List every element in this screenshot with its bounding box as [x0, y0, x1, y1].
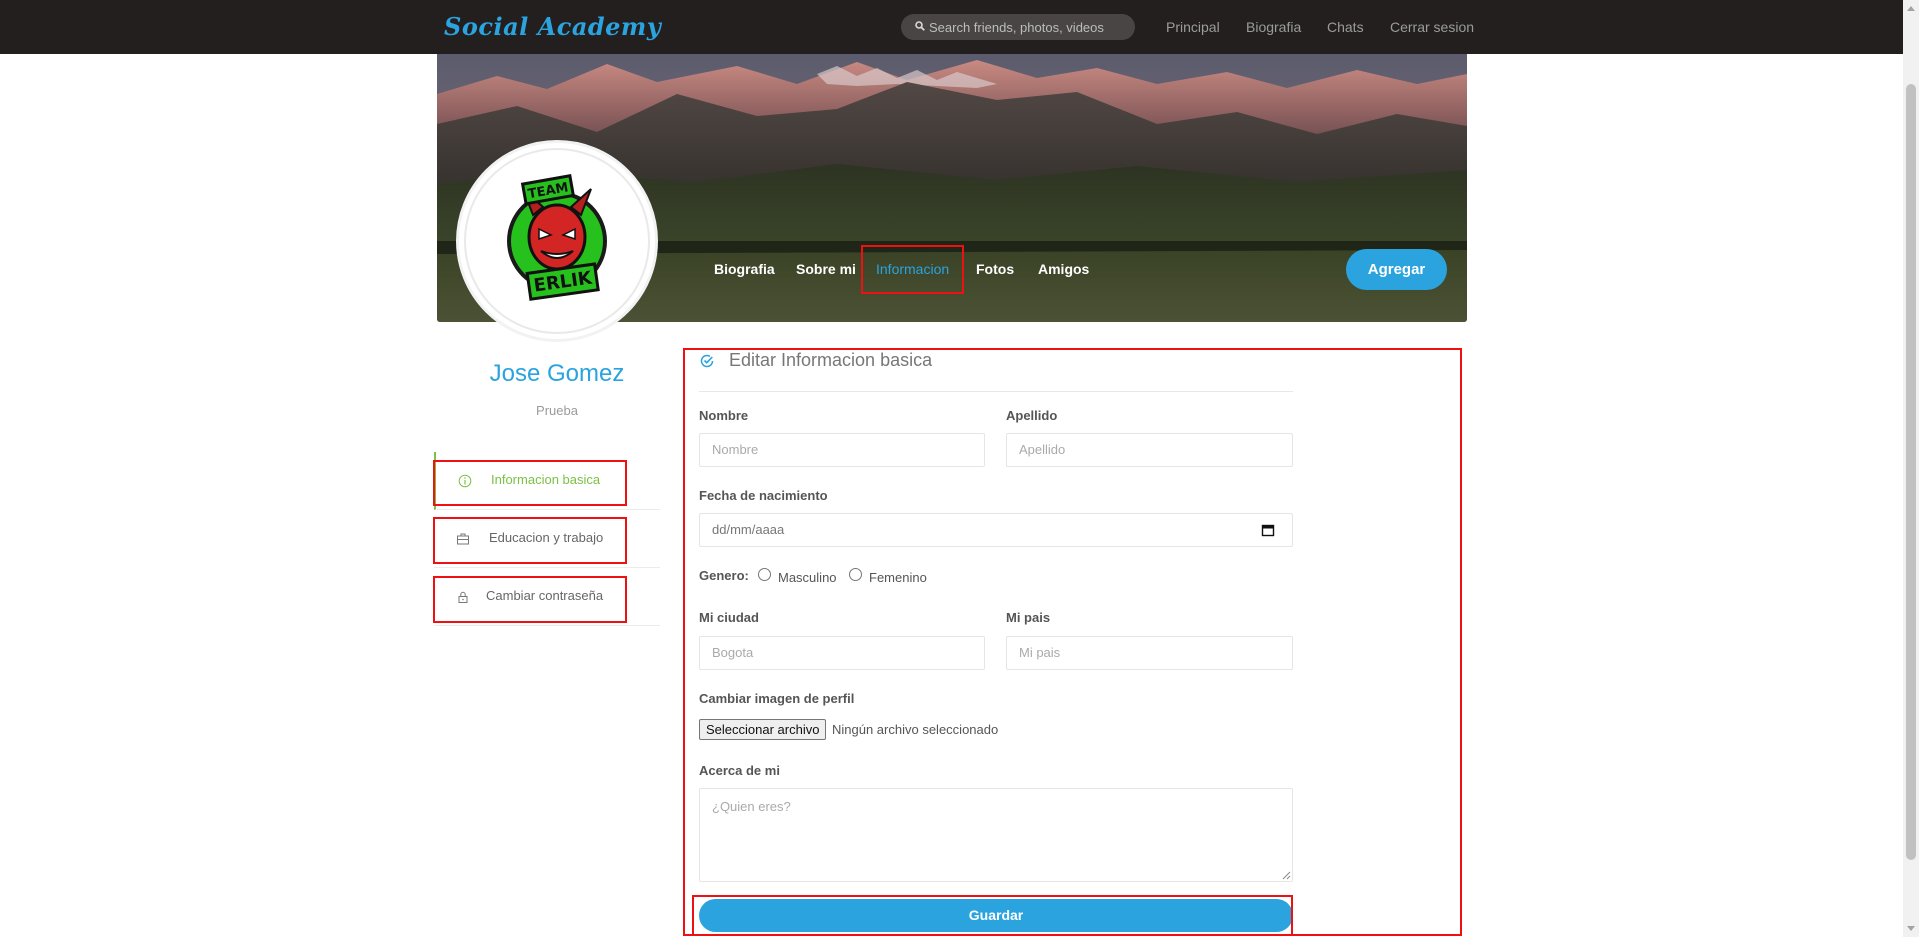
- nav-link-cerrar-sesion[interactable]: Cerrar sesion: [1390, 19, 1474, 35]
- first-name-input[interactable]: Nombre: [699, 433, 985, 467]
- gender-option-femenino: Femenino: [869, 570, 927, 585]
- birthdate-label: Fecha de nacimiento: [699, 488, 828, 503]
- about-textarea[interactable]: ¿Quien eres?: [699, 788, 1293, 882]
- gender-radio-masculino[interactable]: [758, 568, 771, 581]
- tab-amigos[interactable]: Amigos: [1038, 261, 1089, 277]
- brand-logo[interactable]: Social Academy: [444, 12, 661, 41]
- tab-sobre-mi[interactable]: Sobre mi: [796, 261, 856, 277]
- sidebar-item-label: Cambiar contraseña: [486, 588, 604, 603]
- file-status-text: Ningún archivo seleccionado: [832, 722, 999, 737]
- gender-label: Genero:: [699, 568, 749, 583]
- top-navbar: Social Academy Principal Biografia Chats…: [0, 0, 1903, 54]
- save-button[interactable]: Guardar: [699, 899, 1293, 932]
- form-title: Editar Informacion basica: [729, 350, 933, 370]
- gender-option-masculino: Masculino: [778, 570, 837, 585]
- profile-name: Jose Gomez: [489, 360, 625, 387]
- sidebar-item-informacion-basica[interactable]: Informacion basica: [434, 452, 660, 510]
- resize-grip-icon[interactable]: [1282, 871, 1291, 880]
- lock-icon: [458, 591, 468, 603]
- form-divider: [699, 391, 1293, 392]
- profile-image-label: Cambiar imagen de perfil: [699, 691, 855, 706]
- tab-informacion[interactable]: Informacion: [876, 261, 949, 277]
- country-label: Mi pais: [1006, 610, 1051, 625]
- search-box[interactable]: [901, 14, 1135, 40]
- profile-subtitle: Prueba: [536, 403, 578, 418]
- nav-link-chats[interactable]: Chats: [1327, 19, 1364, 35]
- nav-link-principal[interactable]: Principal: [1166, 19, 1220, 35]
- sidebar-item-cambiar-contrasena[interactable]: Cambiar contraseña: [434, 568, 660, 626]
- search-icon: [915, 21, 925, 31]
- page-scrollbar[interactable]: [1903, 0, 1919, 937]
- briefcase-icon: [457, 533, 469, 545]
- gender-radio-femenino[interactable]: [849, 568, 862, 581]
- city-input[interactable]: Bogota: [699, 636, 985, 670]
- check-circle-icon: [700, 354, 714, 368]
- scrollbar-thumb[interactable]: [1906, 84, 1916, 860]
- country-input[interactable]: Mi pais: [1006, 636, 1293, 670]
- about-label: Acerca de mi: [699, 763, 780, 778]
- choose-file-button[interactable]: Seleccionar archivo: [699, 719, 827, 740]
- first-name-label: Nombre: [699, 408, 749, 423]
- city-label: Mi ciudad: [699, 610, 759, 625]
- scroll-up-arrow[interactable]: [1907, 6, 1915, 11]
- sidebar-item-label: Informacion basica: [491, 472, 601, 487]
- calendar-icon[interactable]: [1261, 523, 1275, 537]
- last-name-input[interactable]: Apellido: [1006, 433, 1293, 467]
- info-icon: [458, 474, 472, 488]
- tab-biografia[interactable]: Biografia: [714, 261, 775, 277]
- add-friend-button[interactable]: Agregar: [1346, 249, 1447, 290]
- nav-link-biografia[interactable]: Biografia: [1246, 19, 1301, 35]
- tab-fotos[interactable]: Fotos: [976, 261, 1014, 277]
- sidebar-item-label: Educacion y trabajo: [489, 530, 604, 545]
- sidebar-item-educacion-y-trabajo[interactable]: Educacion y trabajo: [434, 510, 660, 568]
- last-name-label: Apellido: [1006, 408, 1058, 423]
- avatar[interactable]: TEAM ERLIK: [456, 140, 658, 342]
- birthdate-input[interactable]: dd/mm/aaaa: [699, 513, 1293, 547]
- scroll-down-arrow[interactable]: [1907, 926, 1915, 931]
- search-input[interactable]: [929, 17, 1125, 37]
- team-erlik-logo: TEAM ERLIK: [464, 148, 650, 334]
